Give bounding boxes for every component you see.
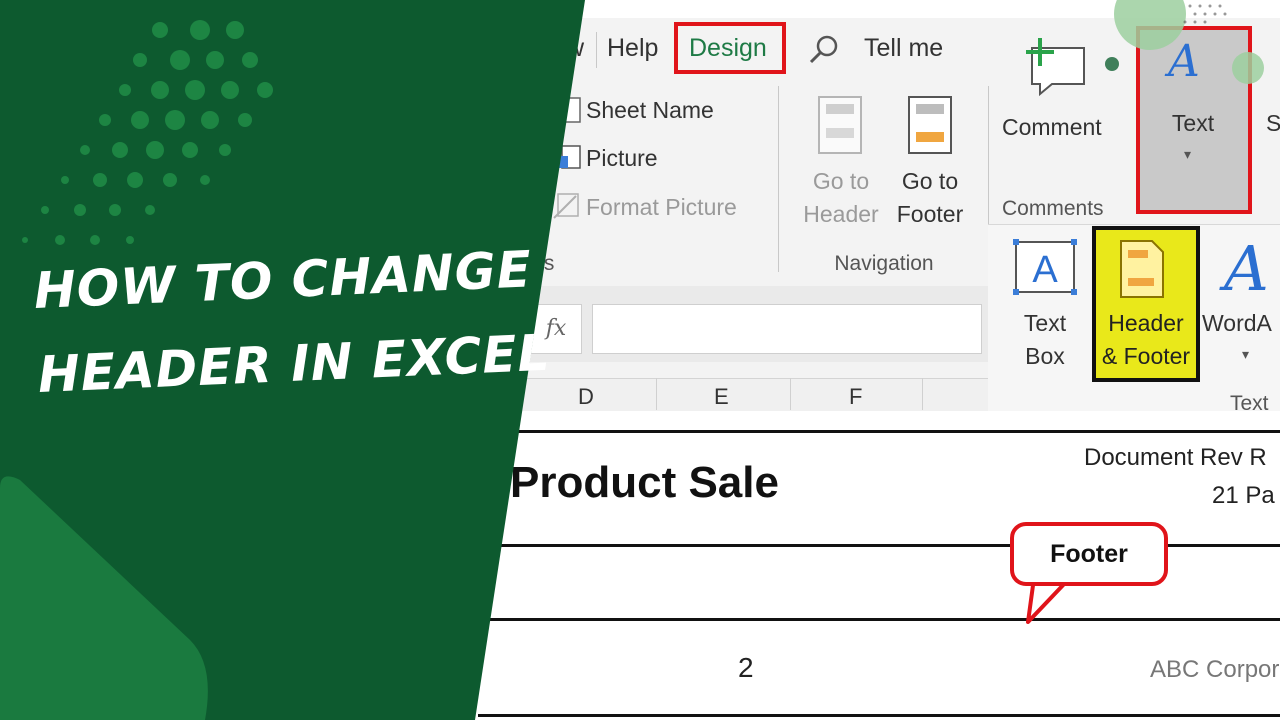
column-header-d[interactable]: D (578, 384, 594, 410)
picture-icon (558, 145, 581, 169)
comments-group-label: Comments (1002, 197, 1104, 220)
symbols-button-fragment[interactable]: S (1266, 110, 1280, 137)
format-picture-button: Format Picture (586, 194, 737, 220)
text-box-icon[interactable]: A (1012, 238, 1078, 296)
footer-callout: Footer (1010, 522, 1168, 586)
svg-text:A: A (1032, 249, 1058, 291)
go-to-footer-label-2[interactable]: Footer (892, 201, 968, 228)
footer-bottom-border (478, 714, 1280, 717)
go-to-footer-label-1[interactable]: Go to (894, 168, 966, 195)
go-to-header-label-2: Header (803, 201, 879, 227)
chevron-down-icon: ▾ (1184, 146, 1192, 162)
wordart-button[interactable]: WordA (1202, 310, 1272, 337)
text-box-label-1[interactable]: Text (1004, 310, 1086, 337)
formula-input[interactable] (592, 304, 982, 354)
document-page-text[interactable]: 21 Pa (1212, 482, 1275, 510)
header-top-border (500, 430, 1280, 433)
text-dropdown-button[interactable]: Text (1150, 110, 1236, 137)
chevron-down-icon: ▾ (1242, 346, 1250, 362)
column-separator (790, 378, 791, 410)
column-separator (922, 378, 923, 410)
text-group-label: Text (1230, 392, 1269, 415)
go-to-header-label-1: Go to (812, 168, 870, 194)
format-picture-icon (553, 193, 579, 219)
text-box-label-2[interactable]: Box (1004, 343, 1086, 370)
go-to-footer-icon[interactable] (906, 94, 954, 156)
header-footer-label-1[interactable]: Header (1094, 310, 1198, 337)
search-icon[interactable] (808, 34, 840, 66)
new-comment-icon[interactable] (1022, 36, 1088, 98)
text-a-icon: A (1168, 36, 1200, 87)
footer-company[interactable]: ABC Corpor (1150, 656, 1279, 684)
ribbon-top-strip (0, 0, 1280, 18)
group-separator (988, 86, 989, 226)
tab-help[interactable]: Help (607, 34, 658, 63)
group-separator (778, 86, 779, 272)
header-footer-label-2[interactable]: & Footer (1094, 343, 1198, 370)
tab-design[interactable]: Design (689, 34, 767, 63)
wordart-icon: A (1224, 232, 1269, 305)
column-separator (656, 378, 657, 410)
column-header-f[interactable]: F (849, 384, 862, 410)
document-rev-text[interactable]: Document Rev R (1084, 444, 1267, 472)
elements-group-label: ts (538, 252, 555, 275)
column-header-e[interactable]: E (714, 384, 729, 410)
sheet-name-icon (561, 97, 581, 123)
footer-top-border (490, 618, 1280, 621)
picture-button[interactable]: Picture (586, 145, 658, 172)
comment-button[interactable]: Comment (1002, 114, 1102, 141)
footer-page-number[interactable]: 2 (738, 652, 754, 684)
tab-tell-me[interactable]: Tell me (864, 34, 943, 63)
header-footer-icon (1120, 240, 1164, 298)
go-to-header-icon (818, 96, 862, 154)
tab-separator (596, 32, 597, 68)
navigation-group-label: Navigation (834, 252, 934, 275)
tab-view-fragment[interactable]: w (566, 34, 584, 63)
document-heading[interactable]: Product Sale (510, 458, 779, 508)
sheet-name-button[interactable]: Sheet Name (586, 97, 714, 124)
